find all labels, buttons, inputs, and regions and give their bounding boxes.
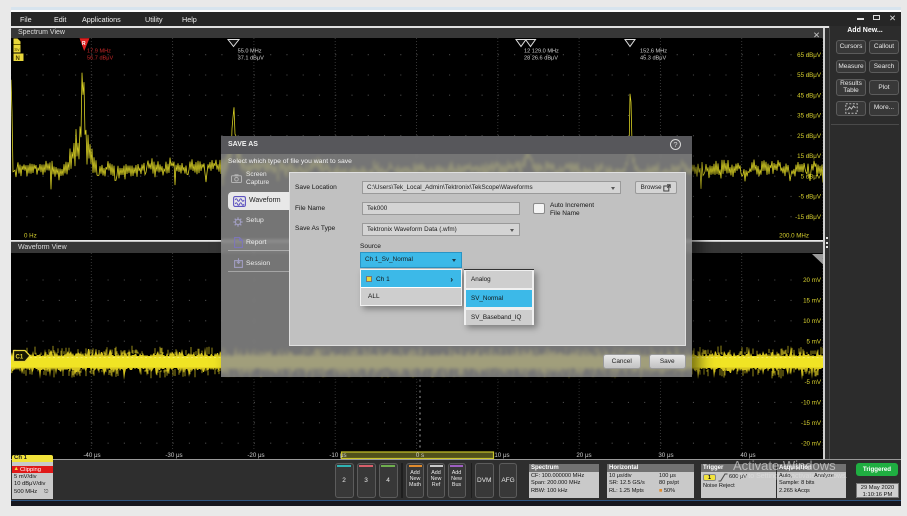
svg-text:37.1 dBμV: 37.1 dBμV	[238, 55, 265, 61]
svg-text:0 s: 0 s	[416, 452, 424, 459]
svg-text:55.0 MHz: 55.0 MHz	[238, 48, 262, 54]
svg-text:N: N	[16, 55, 20, 61]
svg-text:55 dBμV: 55 dBμV	[797, 72, 822, 79]
svg-text:45 dBμV: 45 dBμV	[797, 92, 822, 99]
svg-text:45.3 dBμV: 45.3 dBμV	[640, 55, 667, 61]
svg-text:-5 dBμV: -5 dBμV	[799, 193, 822, 200]
svg-text:200.0 MHz: 200.0 MHz	[779, 232, 809, 239]
svg-text:25 dBμV: 25 dBμV	[797, 132, 822, 139]
svg-text:15 mV: 15 mV	[803, 297, 822, 304]
svg-text:-15 mV: -15 mV	[801, 420, 822, 427]
svg-text:5 mV: 5 mV	[807, 338, 822, 345]
svg-text:-10 mV: -10 mV	[801, 399, 822, 406]
svg-text:-10 μs: -10 μs	[329, 452, 346, 459]
svg-text:-20 μs: -20 μs	[247, 452, 264, 459]
svg-text:15 dBμV: 15 dBμV	[797, 153, 822, 160]
svg-text:R: R	[82, 41, 86, 47]
svg-text:0 Hz: 0 Hz	[24, 232, 37, 239]
svg-text:10 μs: 10 μs	[494, 452, 509, 459]
svg-text:-15 dBμV: -15 dBμV	[795, 213, 822, 220]
svg-text:C1: C1	[16, 354, 24, 360]
svg-text:-5 mV: -5 mV	[804, 379, 821, 386]
svg-text:65 dBμV: 65 dBμV	[797, 51, 822, 58]
svg-text:28 26.6 dBμV: 28 26.6 dBμV	[524, 55, 558, 61]
svg-text:10 mV: 10 mV	[803, 318, 822, 325]
svg-text:35 dBμV: 35 dBμV	[797, 112, 822, 119]
svg-text:152.6 MHz: 152.6 MHz	[640, 48, 667, 54]
svg-text:-40 μs: -40 μs	[83, 452, 100, 459]
svg-text:12 129.0 MHz: 12 129.0 MHz	[524, 48, 559, 54]
svg-text:5 dBμV: 5 dBμV	[801, 173, 822, 180]
svg-text:Sv: Sv	[14, 47, 20, 52]
svg-text:30 μs: 30 μs	[658, 452, 673, 459]
svg-text:-20 mV: -20 mV	[801, 440, 822, 447]
svg-text:20 μs: 20 μs	[576, 452, 591, 459]
svg-text:17.9 MHz: 17.9 MHz	[87, 48, 111, 54]
svg-text:-30 μs: -30 μs	[165, 452, 182, 459]
svg-text:20 mV: 20 mV	[803, 277, 822, 284]
svg-text:56.7 dBμV: 56.7 dBμV	[87, 55, 114, 61]
